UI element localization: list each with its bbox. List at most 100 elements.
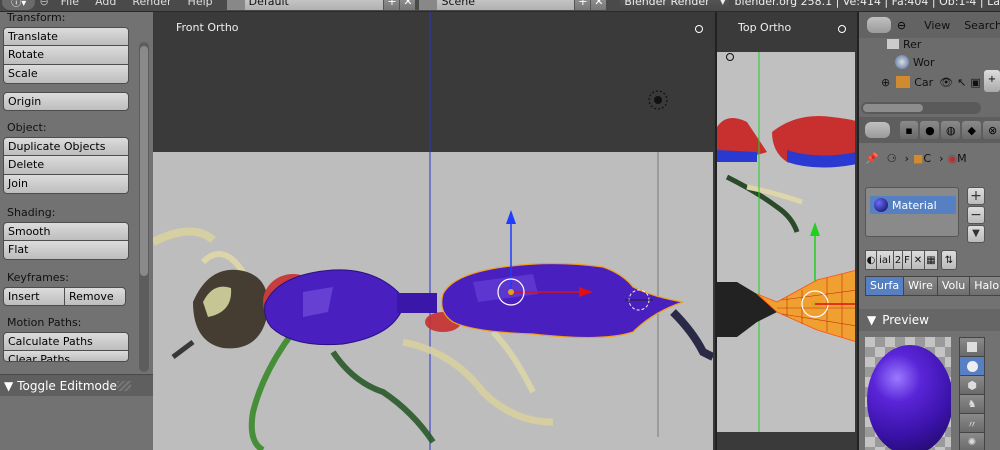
collapse-icon[interactable]: ⊖ (897, 19, 906, 32)
remove-slot-button[interactable]: − (967, 206, 985, 224)
link-type-icon[interactable]: ⇅ (941, 250, 957, 270)
viewport-top-label: Top Ortho (738, 21, 792, 34)
duplicate-objects-button[interactable]: Duplicate Objects (3, 137, 129, 156)
viewport-front[interactable]: Front Ortho (153, 12, 713, 450)
outliner-row-camera[interactable]: ⊕ Car 👁 ↖ ▣ (859, 72, 1000, 92)
tab-surface[interactable]: Surfa (865, 276, 905, 296)
preview-flat-icon[interactable] (959, 337, 985, 357)
preview-sphere (867, 345, 951, 450)
add-slot-button[interactable]: + (967, 187, 985, 205)
unlink-material-icon[interactable]: ✕ (911, 250, 925, 270)
top-viewport-scene (717, 12, 855, 432)
expand-plus-icon[interactable]: ⊕ (881, 76, 890, 89)
object-label: Object: (7, 121, 47, 134)
scrollbar-thumb[interactable] (863, 104, 923, 112)
outliner-row-label: Car (914, 75, 934, 89)
toggle-editmode-panel[interactable]: ▼ Toggle Editmode (0, 374, 153, 396)
outliner-row-world[interactable]: Wor (859, 52, 1000, 72)
breadcrumb-object: C (923, 151, 932, 165)
reference-sketch (153, 227, 713, 450)
insert-keyframe-button[interactable]: Insert (3, 287, 65, 306)
scene-tab-icon[interactable]: ● (920, 121, 940, 139)
preview-monkey-icon[interactable]: ♞ (959, 394, 985, 414)
viewport-top[interactable]: Top Ortho (715, 12, 855, 450)
chevron-right-icon: › (904, 151, 909, 165)
ant-mesh (264, 262, 684, 346)
menu-file[interactable]: File (53, 0, 87, 8)
properties-editor-icon[interactable] (865, 122, 890, 138)
scene-selector[interactable]: Scene + ✕ (419, 0, 607, 10)
material-name-field[interactable]: ial (876, 250, 894, 270)
tab-wire[interactable]: Wire (903, 276, 938, 296)
translate-button[interactable]: Translate (3, 27, 129, 46)
editor-type-button[interactable]: ⓘ▾ (2, 0, 36, 10)
panel-grip-icon[interactable] (117, 381, 131, 391)
render-engine-selector[interactable]: Blender Render ▾ (620, 0, 729, 10)
outliner-editor-icon[interactable] (867, 17, 891, 33)
outliner-scrollbar[interactable] (861, 102, 981, 114)
scale-button[interactable]: Scale (3, 65, 129, 84)
outliner-view-menu[interactable]: View (924, 19, 950, 32)
collapse-icon[interactable]: ⊖ (39, 0, 48, 8)
menu-render[interactable]: Render (124, 0, 179, 8)
y-arrow-icon (810, 222, 820, 236)
material-datablock-row: ◐ ial 2 F ✕ ▦ ⇅ (865, 250, 957, 270)
material-type-tabs: Surfa Wire Volu Halo (865, 276, 1000, 296)
preview-hair-icon[interactable]: 〃 (959, 413, 985, 433)
material-slot-list[interactable]: Material (865, 187, 959, 237)
properties-header: ▪ ● ◍ ◆ ⊗ (859, 117, 1000, 143)
pin-icon[interactable]: 📌 (865, 152, 879, 165)
origin-button[interactable]: Origin (3, 92, 129, 111)
object-tab-icon[interactable]: ◆ (962, 121, 982, 139)
material-link-icon[interactable]: ▦ (924, 250, 938, 270)
scene-stats: blender.org 258.1 | Ve:414 | Fa:404 | Ob… (734, 0, 1000, 8)
tab-halo[interactable]: Halo (969, 276, 1000, 296)
outliner-row-render[interactable]: Rer (859, 34, 1000, 54)
toolshelf-scrollbar[interactable] (139, 42, 149, 372)
menu-help[interactable]: Help (180, 0, 221, 8)
remove-keyframe-button[interactable]: Remove (64, 287, 126, 306)
material-slot[interactable]: Material (870, 196, 956, 214)
scrollbar-thumb[interactable] (140, 46, 148, 276)
outliner-restrict-button[interactable]: + (984, 70, 1000, 92)
object-cube-icon: ■ (912, 151, 924, 165)
clear-paths-button[interactable]: Clear Paths (3, 351, 129, 362)
rotate-button[interactable]: Rotate (3, 46, 129, 65)
viewport-top-split-icon[interactable] (838, 25, 846, 33)
add-scene-button[interactable]: + (574, 0, 591, 10)
world-icon (895, 55, 909, 69)
join-button[interactable]: Join (3, 175, 129, 194)
slot-specials-button[interactable]: ▼ (967, 225, 985, 243)
flat-button[interactable]: Flat (3, 241, 129, 260)
screen-layout-selector[interactable]: Default + ✕ (226, 0, 416, 10)
remove-scene-button[interactable]: ✕ (590, 0, 607, 10)
render-restrict-icon[interactable]: ▣ (970, 76, 980, 89)
camera-origin-icon (726, 53, 734, 61)
outliner-row-label: Rer (903, 37, 922, 51)
cursor-select-icon[interactable]: ↖ (957, 76, 966, 89)
constraints-tab-icon[interactable]: ⊗ (983, 121, 1000, 139)
remove-layout-button[interactable]: ✕ (399, 0, 416, 10)
triangle-down-icon: ▼ (4, 378, 14, 393)
world-tab-icon[interactable]: ◍ (941, 121, 961, 139)
calculate-paths-button[interactable]: Calculate Paths (3, 332, 129, 351)
outliner-row-label: Wor (913, 55, 935, 69)
chevron-right-icon: › (939, 151, 944, 165)
outliner-search-menu[interactable]: Search (964, 19, 1000, 32)
info-header: ⓘ▾ ⊖ File Add Render Help Default + ✕ Sc… (0, 0, 1000, 12)
eye-icon[interactable]: 👁 (939, 76, 953, 89)
menu-add[interactable]: Add (87, 0, 124, 8)
preview-world-icon[interactable]: ✺ (959, 432, 985, 450)
add-layout-button[interactable]: + (383, 0, 400, 10)
tab-volume[interactable]: Volu (936, 276, 971, 296)
preview-cube-icon[interactable]: ⬢ (959, 375, 985, 395)
triangle-down-icon: ▼ (867, 313, 877, 327)
preview-sphere-icon[interactable] (959, 356, 985, 376)
smooth-button[interactable]: Smooth (3, 222, 129, 241)
render-tab-icon[interactable]: ▪ (899, 121, 919, 139)
mesh-data-icon: ⚆ (886, 151, 897, 165)
preview-shape-buttons: ⬢ ♞ 〃 ✺ (959, 337, 985, 450)
tool-shelf: Transform: Translate Rotate Scale Origin… (0, 11, 153, 450)
delete-button[interactable]: Delete (3, 156, 129, 175)
preview-panel-header[interactable]: ▼ Preview (859, 309, 1000, 331)
